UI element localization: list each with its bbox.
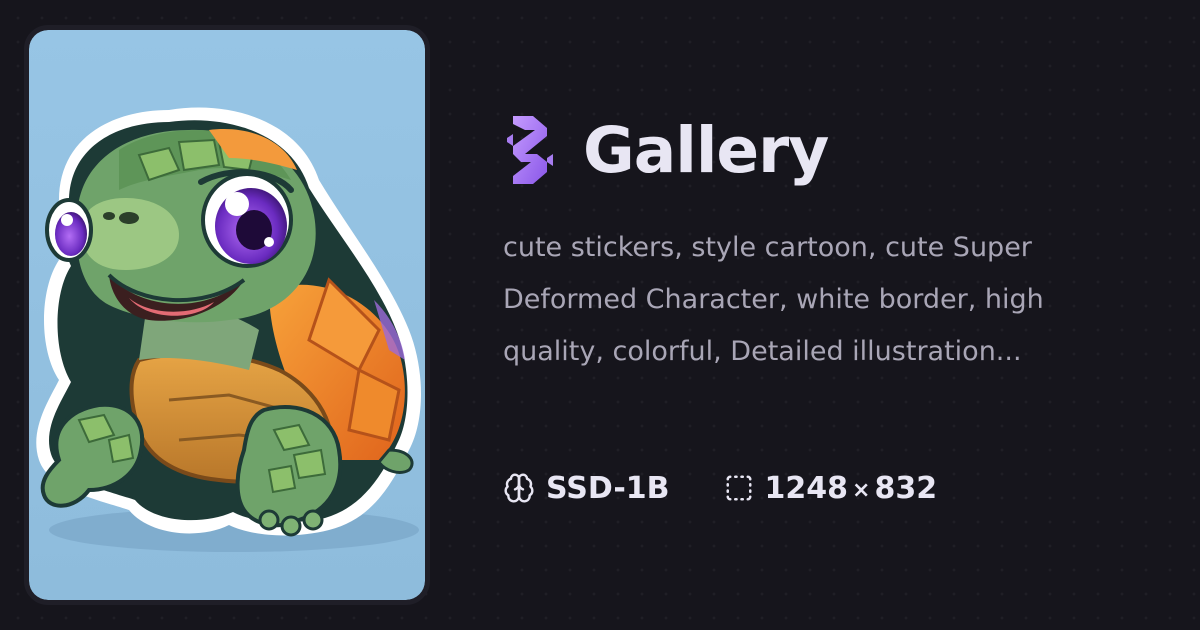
gallery-logo-icon (503, 110, 559, 190)
dimensions-badge: 1248 × 832 (724, 471, 938, 506)
page-title: Gallery (583, 113, 829, 187)
image-dimensions: 1248 × 832 (765, 471, 938, 506)
image-width: 1248 (764, 470, 849, 506)
turtle-sticker-image (29, 30, 425, 600)
times-sign: × (852, 477, 871, 503)
brain-icon (504, 473, 534, 503)
dashed-frame-icon (726, 475, 752, 501)
meta-row: SSD-1B 1248 × 832 (503, 468, 937, 508)
model-name: SSD-1B (546, 470, 670, 506)
image-height: 832 (874, 470, 938, 506)
title-row: Gallery (503, 108, 1143, 192)
info-panel: Gallery cute stickers, style cartoon, cu… (503, 108, 1143, 506)
model-badge: SSD-1B (503, 471, 670, 506)
prompt-text: cute stickers, style cartoon, cute Super… (503, 232, 1044, 367)
preview-card (24, 25, 430, 605)
